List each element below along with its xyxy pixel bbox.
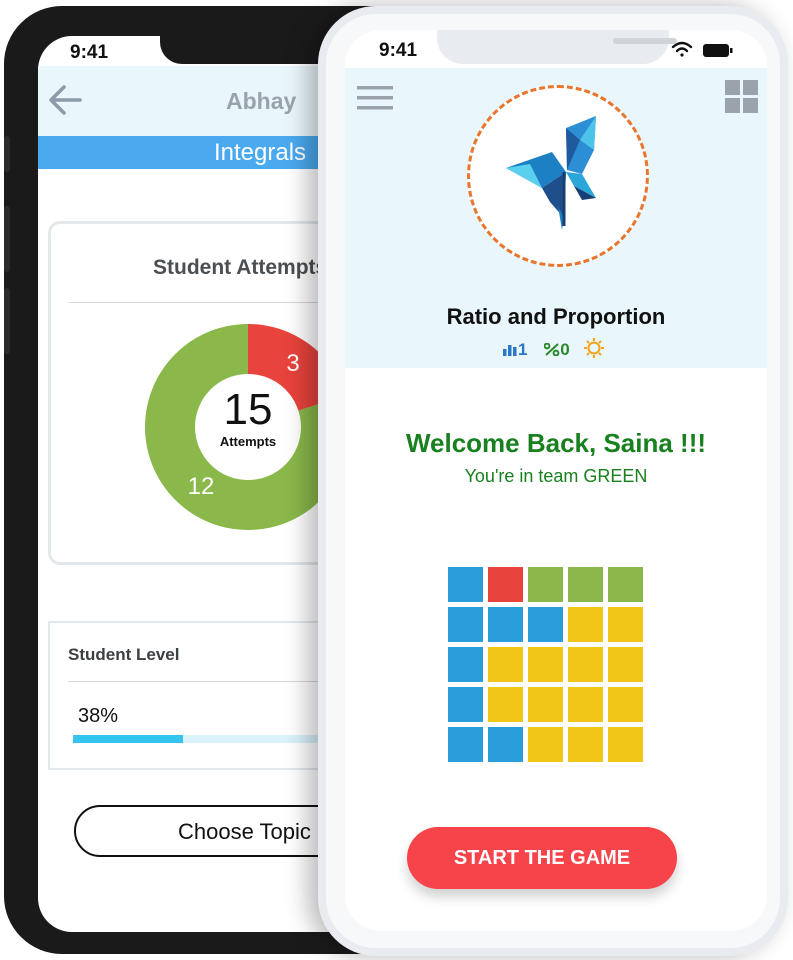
grid-tile — [488, 647, 523, 682]
divider — [68, 681, 358, 682]
choose-topic-label: Choose Topic — [178, 819, 311, 844]
sun-icon — [584, 338, 605, 358]
grid-tile — [568, 687, 603, 722]
level-card-title: Student Level — [68, 645, 180, 664]
butterfly-logo-icon — [506, 116, 596, 230]
grid-tile — [608, 687, 643, 722]
grid-tile — [568, 607, 603, 642]
grid-tile — [448, 727, 483, 762]
phone-notch — [437, 30, 677, 64]
grid-tile — [528, 607, 563, 642]
incorrect-count-label: 3 — [286, 350, 299, 377]
attempts-total: 15 — [224, 385, 273, 434]
phone-side-button — [4, 288, 10, 354]
grid-tile — [448, 687, 483, 722]
divider — [69, 302, 359, 303]
attempts-total-label: Attempts — [220, 434, 276, 449]
topic-logo — [467, 85, 649, 267]
level-progress-fill — [73, 735, 184, 743]
grid-tile — [488, 687, 523, 722]
grid-tile — [608, 567, 643, 602]
topic-title: Ratio and Proportion — [446, 304, 666, 329]
grid-tile — [568, 647, 603, 682]
grid-apps-icon[interactable] — [725, 80, 759, 114]
wifi-icon — [671, 41, 693, 57]
grid-tile — [608, 647, 643, 682]
percent-icon — [543, 342, 560, 357]
grid-tile — [608, 607, 643, 642]
back-arrow-icon[interactable] — [46, 82, 84, 118]
student-attempts-card: Student Attempts 15 Attempts 3 12 — [48, 221, 359, 565]
grid-tile — [448, 607, 483, 642]
team-message: You're in team GREEN — [464, 466, 648, 486]
start-game-button[interactable]: START THE GAME — [407, 827, 677, 889]
grid-tile — [488, 727, 523, 762]
phone-side-button — [4, 136, 10, 172]
welcome-message: Welcome Back, Saina !!! — [405, 428, 707, 458]
grid-tile — [528, 647, 563, 682]
status-time: 9:41 — [70, 42, 109, 63]
rank-value: 1 — [518, 340, 528, 359]
attempts-card-title: Student Attempts — [153, 256, 328, 279]
grid-tile — [488, 607, 523, 642]
grid-tile — [528, 687, 563, 722]
topic-stats: 1 0 — [503, 338, 605, 360]
student-name-title: Abhay — [226, 88, 297, 114]
grid-tile — [448, 567, 483, 602]
hamburger-menu-icon[interactable] — [357, 84, 395, 112]
percent-value: 0 — [560, 340, 570, 359]
bar-chart-icon — [503, 345, 517, 356]
grid-tile — [528, 727, 563, 762]
start-game-label: START THE GAME — [453, 847, 631, 869]
front-phone-screen: Ratio and Proportion 1 0 9:41 Welcome Ba… — [345, 30, 767, 931]
grid-tile — [448, 647, 483, 682]
grid-tile — [488, 567, 523, 602]
status-bar-icons — [671, 41, 733, 57]
speaker-grille — [613, 38, 677, 44]
level-percent: 38% — [78, 705, 119, 727]
front-header-panel: Ratio and Proportion 1 0 — [345, 68, 767, 368]
grid-tile — [568, 727, 603, 762]
battery-icon — [703, 44, 733, 57]
grid-tile — [608, 727, 643, 762]
student-level-card: Student Level 38% — [48, 621, 363, 770]
correct-count-label: 12 — [188, 473, 215, 500]
grid-tile — [568, 567, 603, 602]
phone-side-button — [4, 206, 10, 272]
grid-tile — [528, 567, 563, 602]
status-time: 9:41 — [379, 40, 418, 61]
topic-banner-label: Integrals — [214, 139, 307, 166]
